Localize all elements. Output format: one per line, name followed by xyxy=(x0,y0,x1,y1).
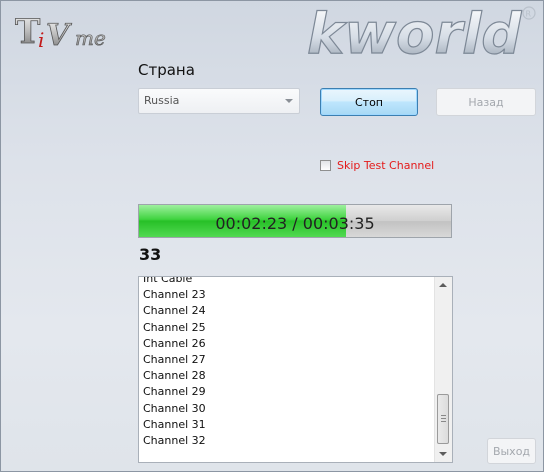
channel-list-items: Int Cable Channel 23 Channel 24 Channel 25 C… xyxy=(143,277,432,449)
svg-text:T: T xyxy=(15,12,40,52)
svg-text:kworld: kworld xyxy=(307,2,522,63)
channel-list[interactable]: Int Cable Channel 23 Channel 24 Channel 25 C… xyxy=(138,276,453,463)
back-button[interactable]: Назад xyxy=(436,88,536,116)
progress-time-text: 00:02:23 / 00:03:35 xyxy=(215,214,375,233)
channel-list-item[interactable]: Channel 27 xyxy=(143,352,432,368)
kworld-logo: kworld R xyxy=(306,1,536,63)
channel-list-item[interactable]: Channel 30 xyxy=(143,401,432,417)
skip-test-channel-label: Skip Test Channel xyxy=(337,159,435,172)
arrow-down-icon[interactable] xyxy=(439,452,447,456)
channel-list-item[interactable]: Channel 23 xyxy=(143,287,432,303)
svg-text:R: R xyxy=(526,10,532,19)
channel-list-item[interactable]: Channel 31 xyxy=(143,417,432,433)
exit-button[interactable]: Выход xyxy=(487,438,536,464)
country-select[interactable]: Russia xyxy=(138,88,300,114)
scrollbar-thumb[interactable] xyxy=(437,394,449,444)
svg-text:i: i xyxy=(38,28,44,52)
arrow-up-icon[interactable] xyxy=(439,283,447,287)
channel-count: 33 xyxy=(139,245,162,264)
channel-list-item[interactable]: Channel 26 xyxy=(143,336,432,352)
svg-text:me: me xyxy=(75,26,106,50)
channel-list-item[interactable]: Channel 32 xyxy=(143,433,432,449)
channel-list-item[interactable]: Channel 28 xyxy=(143,368,432,384)
chevron-down-icon xyxy=(285,99,293,103)
tivme-logo: T i V me xyxy=(15,12,107,54)
channel-list-item[interactable]: Int Cable xyxy=(143,277,432,287)
channel-list-item[interactable]: Channel 25 xyxy=(143,320,432,336)
svg-text:V: V xyxy=(46,18,72,53)
stop-button[interactable]: Стоп xyxy=(320,88,418,116)
channel-list-item[interactable]: Channel 24 xyxy=(143,303,432,319)
channel-list-item[interactable]: Channel 29 xyxy=(143,384,432,400)
country-select-value: Russia xyxy=(144,94,180,107)
scan-progress-bar: 00:02:23 / 00:03:35 xyxy=(138,204,452,238)
channel-list-scrollbar[interactable] xyxy=(434,277,452,462)
country-label: Страна xyxy=(138,61,195,79)
skip-test-channel-checkbox[interactable] xyxy=(320,160,331,171)
